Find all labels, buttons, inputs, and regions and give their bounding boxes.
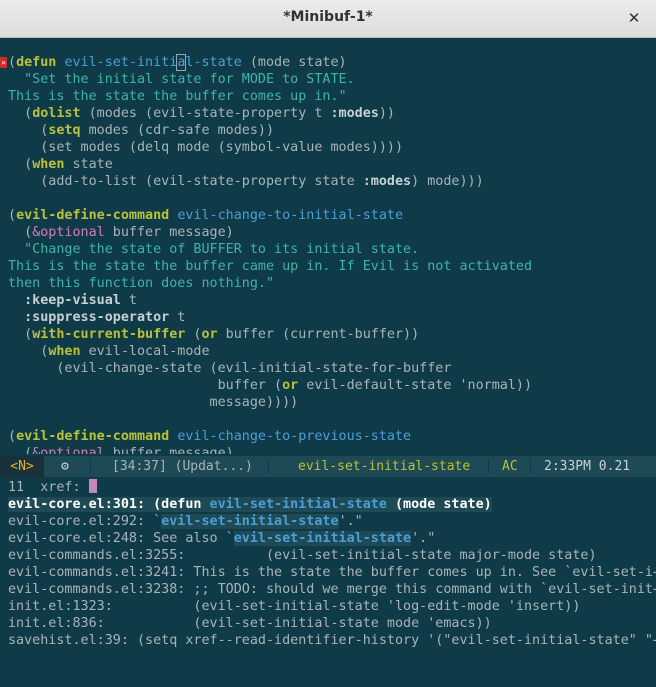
completion-item[interactable]: evil-core.el:292: `evil-set-initial-stat… — [0, 513, 656, 530]
separator — [268, 459, 269, 474]
close-icon[interactable]: ✕ — [624, 8, 644, 28]
mode-line: <N> ⚙ [34:37] (Updat...) evil-set-initia… — [0, 456, 656, 477]
code-line: (add-to-list (evil-state-property state … — [8, 174, 484, 189]
code-line: (set modes (delq mode (symbol-value mode… — [8, 140, 404, 155]
current-function: evil-set-initial-state — [298, 459, 471, 474]
code-buffer[interactable]: (defun evil-set-initial-state (mode stat… — [0, 54, 656, 454]
separator — [488, 459, 489, 474]
completion-item[interactable]: init.el:1323: (evil-set-initial-state 'l… — [0, 598, 656, 615]
code-line: (evil-define-command evil-change-to-init… — [8, 208, 404, 223]
xref-prompt: 11 xref: — [8, 480, 89, 495]
minibuffer[interactable]: 11 xref: evil-core.el:301: (defun evil-s… — [0, 479, 656, 649]
completion-item[interactable]: evil-core.el:248: See also `evil-set-ini… — [0, 530, 656, 547]
code-line: :suppress-operator t — [24, 310, 186, 325]
code-line: (defun evil-set-initial-state (mode stat… — [8, 54, 347, 71]
title-bar: *Minibuf-1* ✕ — [0, 0, 656, 38]
code-line: (evil-define-command evil-change-to-prev… — [8, 429, 412, 444]
code-line: (when evil-local-mode — [8, 344, 210, 359]
completion-item[interactable]: savehist.el:39: (setq xref--read-identif… — [0, 632, 656, 649]
completion-item[interactable]: evil-commands.el:3238: ;; TODO: should w… — [0, 581, 656, 598]
input-cursor — [88, 479, 97, 493]
code-line: "Change the state of BUFFER to its initi… — [8, 242, 420, 257]
window-title: *Minibuf-1* — [283, 9, 373, 25]
evil-state-badge: <N> — [0, 456, 44, 477]
minibuffer-prompt-line[interactable]: 11 xref: — [0, 479, 656, 496]
completion-item[interactable]: init.el:836: (evil-set-initial-state mod… — [0, 615, 656, 632]
time-load: 2:33PM 0.21 — [544, 459, 631, 474]
code-line: buffer (or evil-default-state 'normal)) — [8, 378, 533, 393]
completion-item[interactable]: evil-commands.el:3255: (evil-set-initial… — [0, 547, 656, 564]
separator — [90, 459, 91, 474]
code-line: then this function does nothing." — [8, 276, 275, 291]
cursor-position: [34:37] (Updat...) — [112, 459, 253, 474]
code-line: (with-current-buffer (or buffer (current… — [8, 327, 420, 342]
code-line: (&optional buffer message) — [8, 225, 234, 240]
code-line: This is the state the buffer came up in.… — [8, 259, 533, 274]
completion-item[interactable]: evil-commands.el:3241: This is the state… — [0, 564, 656, 581]
gear-icon: ⚙ — [61, 459, 69, 474]
code-line: message)))) — [8, 395, 299, 410]
autocomplete-indicator: AC — [502, 459, 518, 474]
code-line: This is the state the buffer comes up in… — [8, 89, 347, 104]
code-line: :keep-visual t — [24, 293, 137, 308]
code-line: (dolist (modes (evil-state-property t :m… — [8, 106, 395, 121]
code-line: (when state — [8, 157, 113, 172]
completion-item[interactable]: evil-core.el:301: (defun evil-set-initia… — [0, 496, 656, 513]
code-line: (setq modes (cdr-safe modes)) — [8, 123, 275, 138]
code-line: "Set the initial state for MODE to STATE… — [8, 72, 355, 87]
code-line: (evil-change-state (evil-initial-state-f… — [8, 361, 452, 376]
separator — [530, 459, 531, 474]
code-line: (&optional buffer message) — [8, 446, 234, 454]
